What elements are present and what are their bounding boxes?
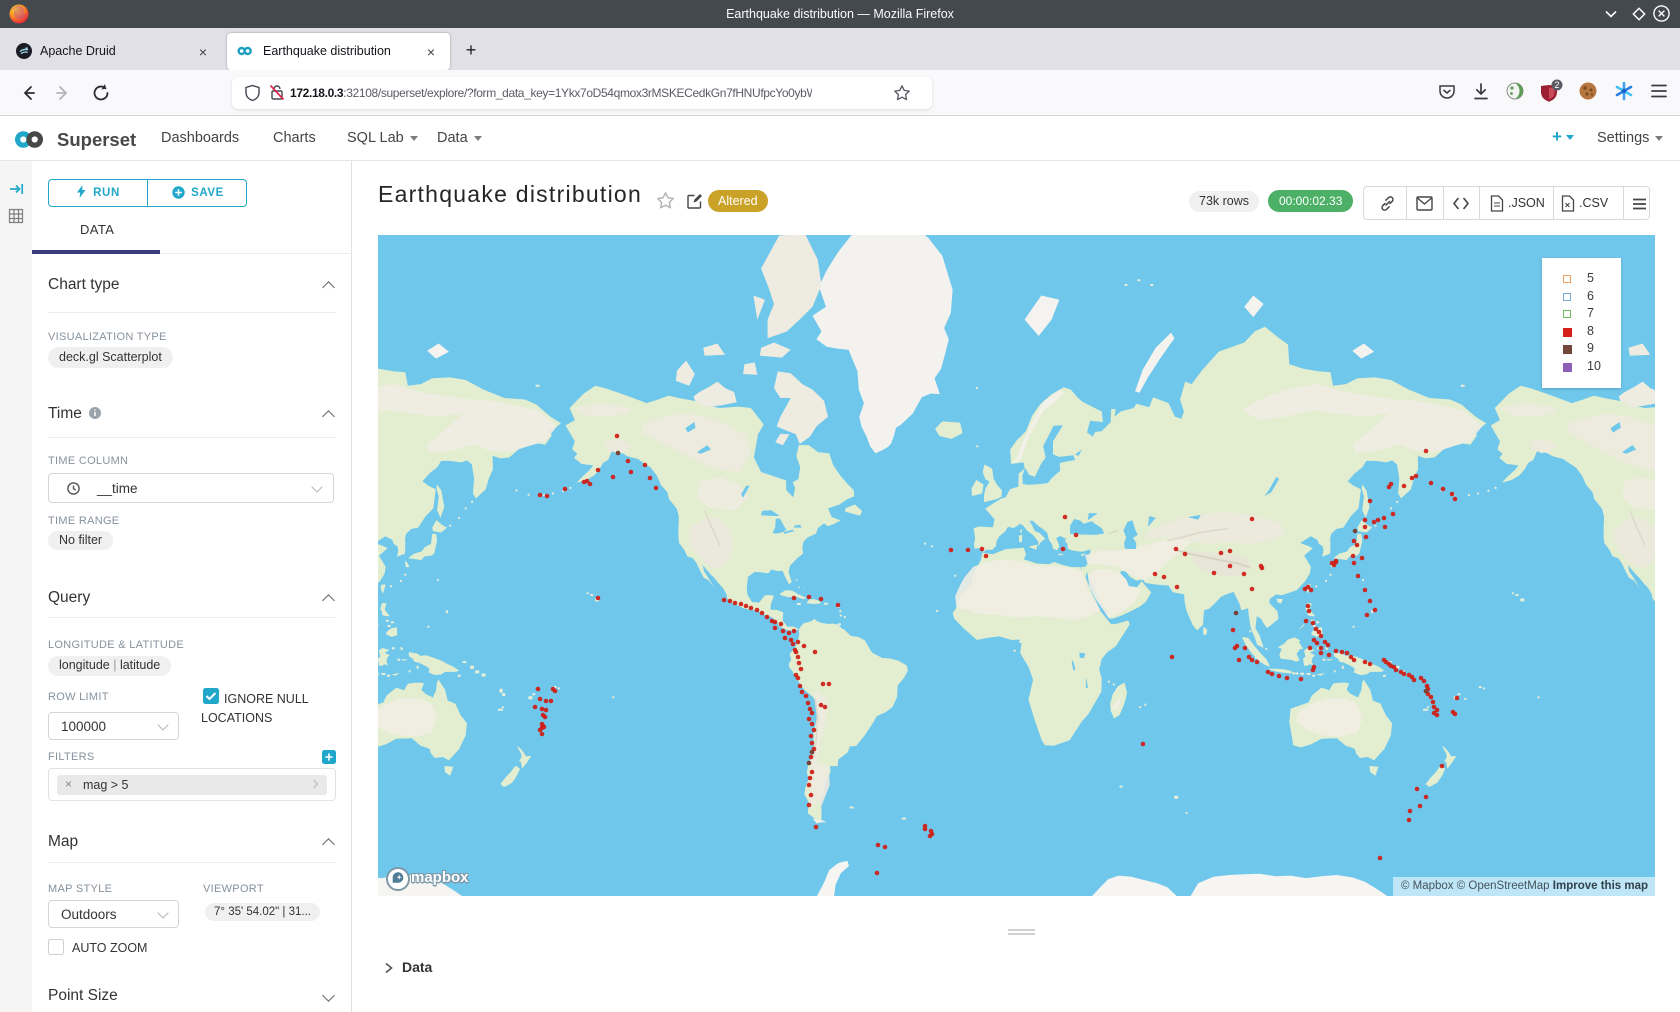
svg-text:2: 2 <box>1554 80 1559 90</box>
svg-text:Superset: Superset <box>57 129 136 150</box>
